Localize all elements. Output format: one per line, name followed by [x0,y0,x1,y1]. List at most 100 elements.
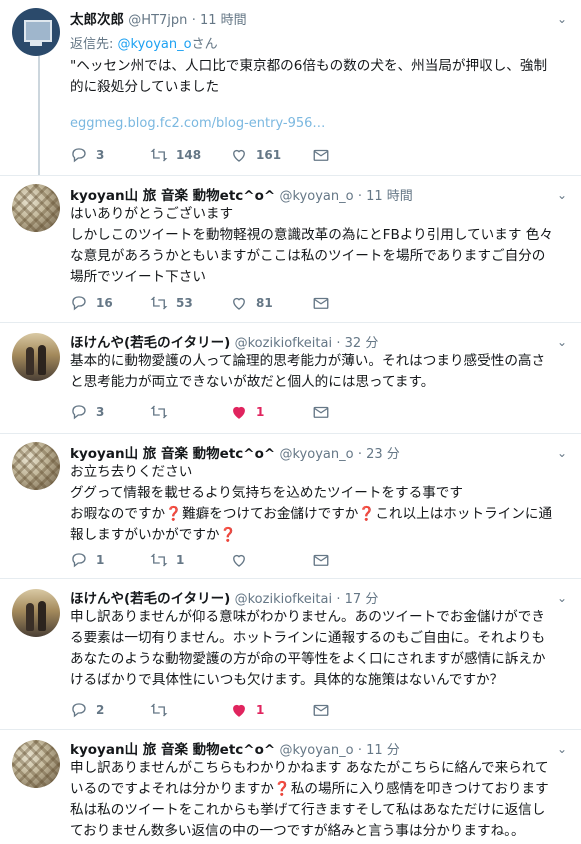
question-mark-emoji: ❓ [358,506,376,522]
tweet-actions: 2 1 [70,701,350,721]
like-button[interactable]: 1 [230,403,264,421]
direct-message-button[interactable] [312,403,338,421]
user-handle[interactable]: @kozikiofkeitai [235,592,332,607]
reply-count: 1 [96,553,105,567]
replying-to: 返信先: @kyoyan_oさん [70,37,218,52]
tweet-text: お立ち去りください ググって情報を載せるより気持ちを込めたツイートをする事です … [70,464,553,543]
message-icon [313,406,329,418]
user-handle[interactable]: @kyoyan_o [279,743,353,758]
tweet-actions: 3 148 161 [70,146,350,166]
chevron-down-icon[interactable]: ⌄ [557,742,567,756]
tweet-text: はいありがとうございます しかしこのツイートを動物軽視の意識改革の為にとFBより… [70,206,553,285]
retweet-button[interactable] [150,701,176,719]
avatar[interactable] [12,589,60,637]
like-button[interactable]: 161 [230,146,281,164]
tweet-header: kyoyan山 旅 音楽 動物etc^o^ @kyoyan_o · 23 分 [70,442,400,462]
avatar[interactable] [12,333,60,381]
display-name[interactable]: kyoyan山 旅 音楽 動物etc^o^ [70,446,275,462]
like-button[interactable]: 1 [230,701,264,719]
timestamp[interactable]: · 23 分 [358,447,400,462]
like-count: 1 [256,405,265,419]
like-count: 161 [256,148,282,162]
tweet-actions: 1 1 [70,551,350,571]
reply-button[interactable]: 1 [70,551,104,569]
chevron-down-icon[interactable]: ⌄ [557,591,567,605]
reply-button[interactable]: 16 [70,294,113,312]
retweet-icon [150,405,168,419]
question-mark-emoji: ❓ [219,527,237,543]
chevron-down-icon[interactable]: ⌄ [557,335,567,349]
message-icon [313,704,329,716]
reply-count: 3 [96,148,105,162]
avatar[interactable] [12,442,60,490]
reply-button[interactable]: 2 [70,701,104,719]
tweet-header: ほけんや(若毛のイタリー) @kozikiofkeitai · 32 分 [70,331,378,351]
user-handle[interactable]: @kyoyan_o [279,189,353,204]
retweet-icon [150,553,168,567]
timestamp[interactable]: · 11 時間 [192,13,247,28]
avatar[interactable] [12,8,60,56]
direct-message-button[interactable] [312,294,338,312]
like-icon [233,554,245,567]
direct-message-button[interactable] [312,551,338,569]
tweet-header: 太郎次郎 @HT7jpn · 11 時間 [70,8,247,28]
reply-button[interactable]: 3 [70,146,104,164]
tweet-text: 申し訳ありませんがこちらもわかりかねます あなたがこちらに絡んで来られて いるの… [70,760,549,839]
display-name[interactable]: 太郎次郎 [70,12,124,28]
retweet-icon [150,296,168,310]
reply-count: 2 [96,703,105,717]
retweet-count: 148 [176,148,202,162]
tweet-text: 申し訳ありませんが仰る意味がわかりません。あのツイートでお金儲けができ る要素は… [70,609,546,688]
message-icon [313,149,329,161]
reply-to-link[interactable]: @kyoyan_o [118,37,192,52]
tweet-2[interactable]: kyoyan山 旅 音楽 動物etc^o^ @kyoyan_o · 11 時間 … [0,176,581,322]
display-name[interactable]: kyoyan山 旅 音楽 動物etc^o^ [70,742,275,758]
like-button[interactable]: 81 [230,294,273,312]
chevron-down-icon[interactable]: ⌄ [557,446,567,460]
tweet-3[interactable]: ほけんや(若毛のイタリー) @kozikiofkeitai · 32 分 ⌄ 基… [0,323,581,433]
chevron-down-icon[interactable]: ⌄ [557,12,567,26]
like-icon [233,406,245,419]
timestamp[interactable]: · 11 分 [358,743,400,758]
tweet-text: "ヘッセン州では、人口比で東京都の6倍もの数の犬を、州当局が押収し、強制 的に殺… [70,58,548,95]
user-handle[interactable]: @kyoyan_o [279,447,353,462]
retweet-button[interactable]: 1 [150,551,184,569]
timestamp[interactable]: · 32 分 [336,336,378,351]
message-icon [313,297,329,309]
tweet-4[interactable]: kyoyan山 旅 音楽 動物etc^o^ @kyoyan_o · 23 分 ⌄… [0,434,581,578]
retweet-button[interactable] [150,403,176,421]
retweet-icon [150,148,168,162]
direct-message-button[interactable] [312,701,338,719]
reply-button[interactable]: 3 [70,403,104,421]
retweet-button[interactable]: 148 [150,146,201,164]
avatar[interactable] [12,184,60,232]
display-name[interactable]: ほけんや(若毛のイタリー) [70,591,230,607]
display-name[interactable]: kyoyan山 旅 音楽 動物etc^o^ [70,188,275,204]
like-count: 1 [256,703,265,717]
user-handle[interactable]: @HT7jpn [128,13,187,28]
tweet-link[interactable]: eggmeg.blog.fc2.com/blog-entry-956… [70,116,325,131]
user-handle[interactable]: @kozikiofkeitai [235,336,332,351]
retweet-button[interactable]: 53 [150,294,193,312]
timestamp[interactable]: · 11 時間 [358,189,413,204]
tweet-header: kyoyan山 旅 音楽 動物etc^o^ @kyoyan_o · 11 分 [70,738,400,758]
tweet-6[interactable]: kyoyan山 旅 音楽 動物etc^o^ @kyoyan_o · 11 分 ⌄… [0,730,581,844]
reply-count: 16 [96,296,113,310]
like-icon [233,149,245,162]
display-name[interactable]: ほけんや(若毛のイタリー) [70,335,230,351]
reply-count: 3 [96,405,105,419]
like-icon [233,704,245,717]
like-icon [233,297,245,310]
reply-icon [72,703,86,718]
retweet-icon [150,703,168,717]
direct-message-button[interactable] [312,146,338,164]
chevron-down-icon[interactable]: ⌄ [557,188,567,202]
tweet-5[interactable]: ほけんや(若毛のイタリー) @kozikiofkeitai · 17 分 ⌄ 申… [0,579,581,729]
avatar[interactable] [12,740,60,788]
like-count: 81 [256,296,273,310]
reply-icon [72,296,86,311]
timestamp[interactable]: · 17 分 [336,592,378,607]
like-button[interactable] [230,551,256,569]
tweet-1[interactable]: 太郎次郎 @HT7jpn · 11 時間 ⌄ 返信先: @kyoyan_oさん … [0,0,581,175]
reply-icon [72,405,86,420]
